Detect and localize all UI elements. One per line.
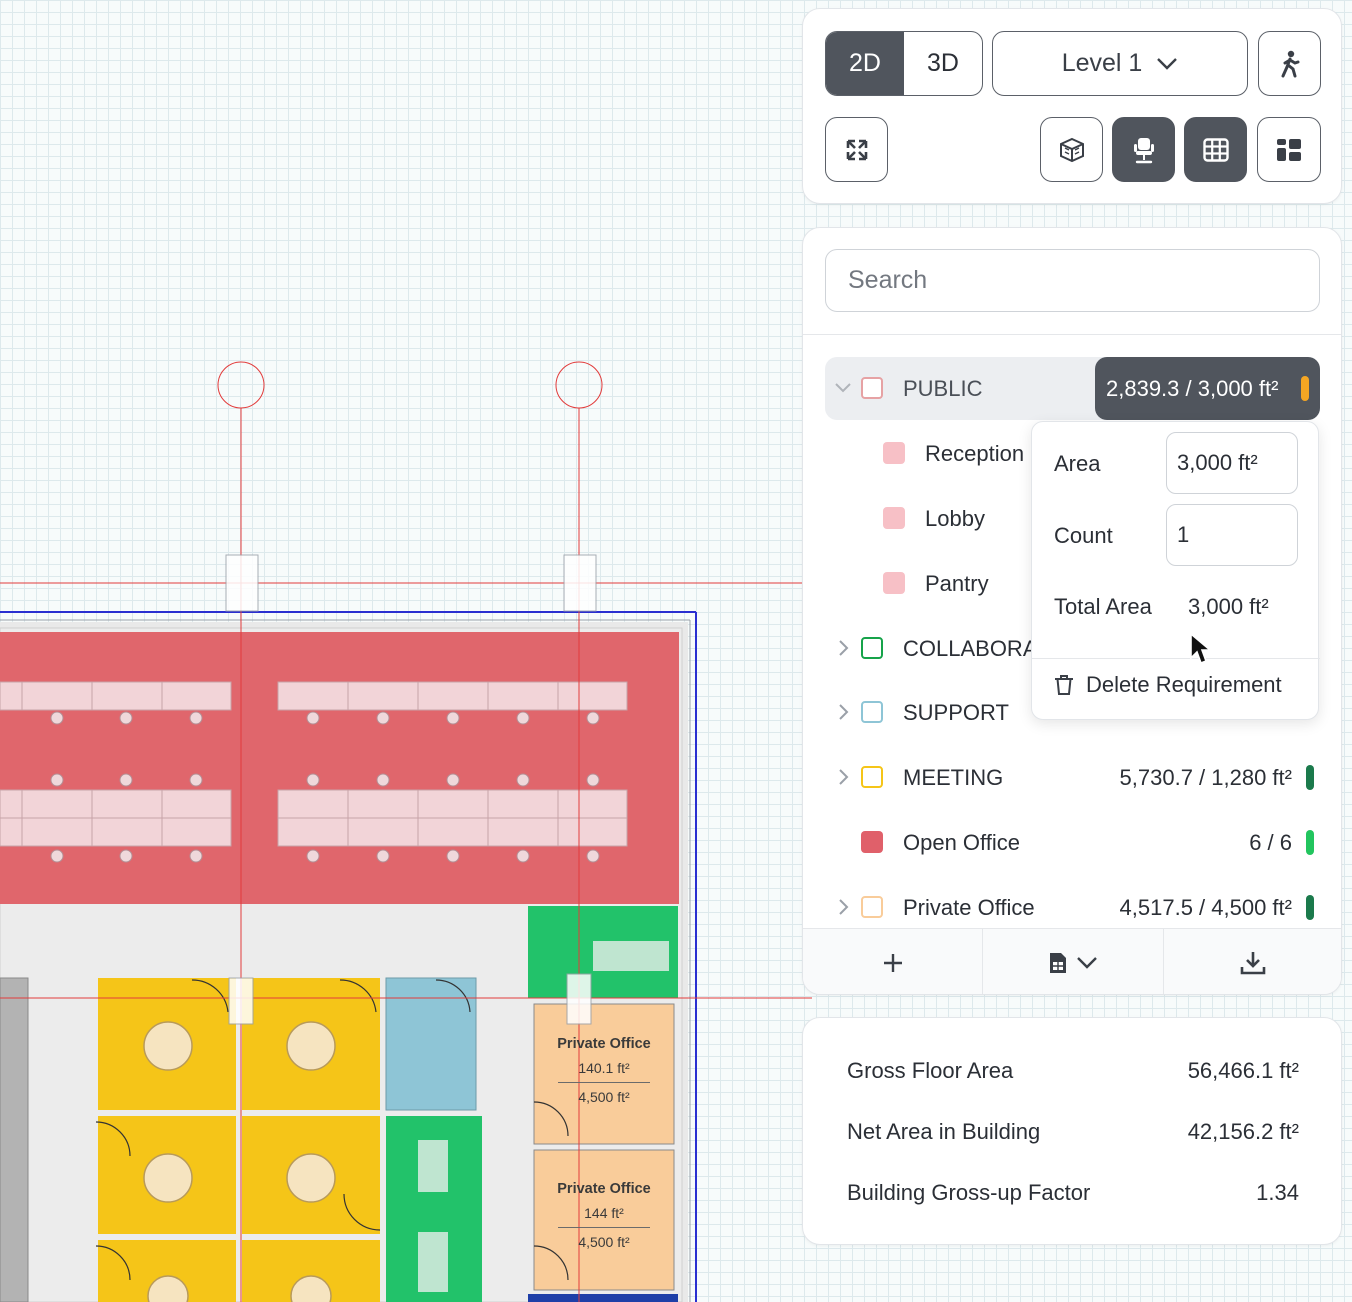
room-title: Private Office xyxy=(557,1036,651,1052)
total-area-label: Total Area xyxy=(1054,594,1152,619)
chevron-right-icon[interactable] xyxy=(833,637,853,659)
category-swatch xyxy=(883,507,905,529)
category-label: MEETING xyxy=(903,764,1004,790)
view-2d-button[interactable]: 2D xyxy=(826,32,904,95)
level-dropdown[interactable]: Level 1 xyxy=(992,31,1248,96)
delete-requirement-button[interactable]: Delete Requirement xyxy=(1054,672,1282,698)
count-input[interactable] xyxy=(1166,504,1298,566)
stat-value: 42,156.2 ft² xyxy=(1187,1119,1299,1144)
fit-view-button[interactable] xyxy=(825,117,888,182)
expand-icon xyxy=(846,139,867,160)
grid-icon xyxy=(1202,137,1229,162)
spreadsheet-file-icon xyxy=(1049,952,1066,973)
chevron-right-icon[interactable] xyxy=(833,766,853,788)
list-item-open-office[interactable]: Open Office 6 / 6 xyxy=(825,811,1320,874)
view-mode-toggle: 2D 3D xyxy=(825,31,983,96)
view-3d-button[interactable]: 3D xyxy=(904,32,982,95)
category-label: SUPPORT xyxy=(903,699,1009,725)
stat-gross-up-factor: Building Gross-up Factor 1.34 xyxy=(847,1180,1299,1206)
count-label: Count xyxy=(1054,523,1113,548)
room-title: Private Office xyxy=(557,1181,651,1197)
room-label-private-office-1: Private Office 140.1 ft² 4,500 ft² xyxy=(534,1036,674,1105)
requirement-popover: Area Count Total Area 3,000 ft² Delete R… xyxy=(1031,421,1320,720)
category-swatch xyxy=(883,442,905,464)
category-swatch xyxy=(883,572,905,594)
import-menu-button[interactable] xyxy=(983,929,1164,994)
area-summary-value: 4,517.5 / 4,500 ft² xyxy=(1119,894,1292,920)
room-target-area: 4,500 ft² xyxy=(578,1234,630,1250)
plus-icon xyxy=(883,953,902,972)
area-label: Area xyxy=(1054,451,1101,476)
status-bar xyxy=(1306,765,1314,790)
chevron-down-icon[interactable] xyxy=(833,377,853,399)
chevron-down-icon xyxy=(1077,956,1097,969)
list-actions xyxy=(803,928,1341,994)
stat-label: Gross Floor Area xyxy=(847,1058,1014,1083)
stat-gross-floor-area: Gross Floor Area 56,466.1 ft² xyxy=(847,1058,1299,1084)
list-item-meeting[interactable]: MEETING 5,730.7 / 1,280 ft² xyxy=(825,746,1320,809)
delete-requirement-label: Delete Requirement xyxy=(1086,672,1282,697)
category-label: PUBLIC xyxy=(903,375,983,401)
room-actual-area: 140.1 ft² xyxy=(578,1060,630,1076)
category-swatch xyxy=(861,701,883,723)
layout-button[interactable] xyxy=(1257,117,1321,182)
add-requirement-button[interactable] xyxy=(803,929,984,994)
layout-icon xyxy=(1277,138,1301,161)
divider xyxy=(1032,658,1320,659)
walk-icon xyxy=(1281,50,1299,77)
category-swatch xyxy=(861,831,883,853)
category-label: COLLABORA xyxy=(903,635,1038,661)
item-label: Pantry xyxy=(925,570,989,596)
level-label: Level 1 xyxy=(1061,49,1143,77)
walkthrough-button[interactable] xyxy=(1258,31,1321,96)
status-bar xyxy=(1306,830,1314,855)
stat-label: Net Area in Building xyxy=(847,1119,1041,1144)
category-swatch xyxy=(861,766,883,788)
total-area-value: 3,000 ft² xyxy=(1188,594,1269,619)
item-label: Open Office xyxy=(903,829,1020,855)
room-label-private-office-2: Private Office 144 ft² 4,500 ft² xyxy=(534,1181,674,1250)
item-label: Lobby xyxy=(925,505,985,531)
open-office-zone xyxy=(0,632,679,904)
room-target-area: 4,500 ft² xyxy=(578,1089,630,1105)
stat-net-area: Net Area in Building 42,156.2 ft² xyxy=(847,1119,1299,1145)
download-button[interactable] xyxy=(1164,929,1341,994)
divider xyxy=(558,1227,650,1228)
stat-label: Building Gross-up Factor xyxy=(847,1180,1091,1205)
count-summary-value: 6 / 6 xyxy=(1249,829,1292,855)
view-toolbar: 2D 3D Level 1 xyxy=(802,8,1342,204)
item-label: Reception xyxy=(925,440,1025,466)
area-input[interactable] xyxy=(1166,432,1298,494)
category-swatch xyxy=(861,637,883,659)
stat-value: 56,466.1 ft² xyxy=(1187,1058,1299,1083)
area-summary-value: 2,839.3 / 3,000 ft² xyxy=(1106,375,1279,401)
download-icon xyxy=(1241,951,1266,974)
chevron-down-icon xyxy=(1157,57,1178,70)
status-bar xyxy=(1306,895,1314,920)
floor-plan-canvas[interactable]: Private Office 140.1 ft² 4,500 ft² Priva… xyxy=(0,0,812,1302)
building-stats-panel: Gross Floor Area 56,466.1 ft² Net Area i… xyxy=(802,1017,1342,1245)
grid-toggle-button[interactable] xyxy=(1184,117,1247,182)
cube-icon xyxy=(1059,137,1084,162)
area-summary-value: 5,730.7 / 1,280 ft² xyxy=(1119,764,1292,790)
layer-cube-button[interactable] xyxy=(1040,117,1103,182)
divider xyxy=(558,1082,650,1083)
divider xyxy=(803,334,1341,335)
chevron-right-icon[interactable] xyxy=(833,896,853,918)
stat-value: 1.34 xyxy=(1256,1180,1299,1205)
chair-icon xyxy=(1133,137,1154,163)
category-swatch xyxy=(861,377,883,399)
furniture-toggle-button[interactable] xyxy=(1112,117,1175,182)
trash-icon xyxy=(1055,675,1073,695)
search-input[interactable] xyxy=(825,249,1320,312)
item-label: Private Office xyxy=(903,894,1035,920)
chevron-right-icon[interactable] xyxy=(833,701,853,723)
room-actual-area: 144 ft² xyxy=(584,1205,624,1221)
list-item-public[interactable]: PUBLIC 2,839.3 / 3,000 ft² xyxy=(825,357,1320,420)
mouse-cursor-icon xyxy=(1190,632,1213,665)
area-summary-pill[interactable]: 2,839.3 / 3,000 ft² xyxy=(1095,357,1320,420)
category-swatch xyxy=(861,896,883,918)
status-bar xyxy=(1301,376,1309,401)
